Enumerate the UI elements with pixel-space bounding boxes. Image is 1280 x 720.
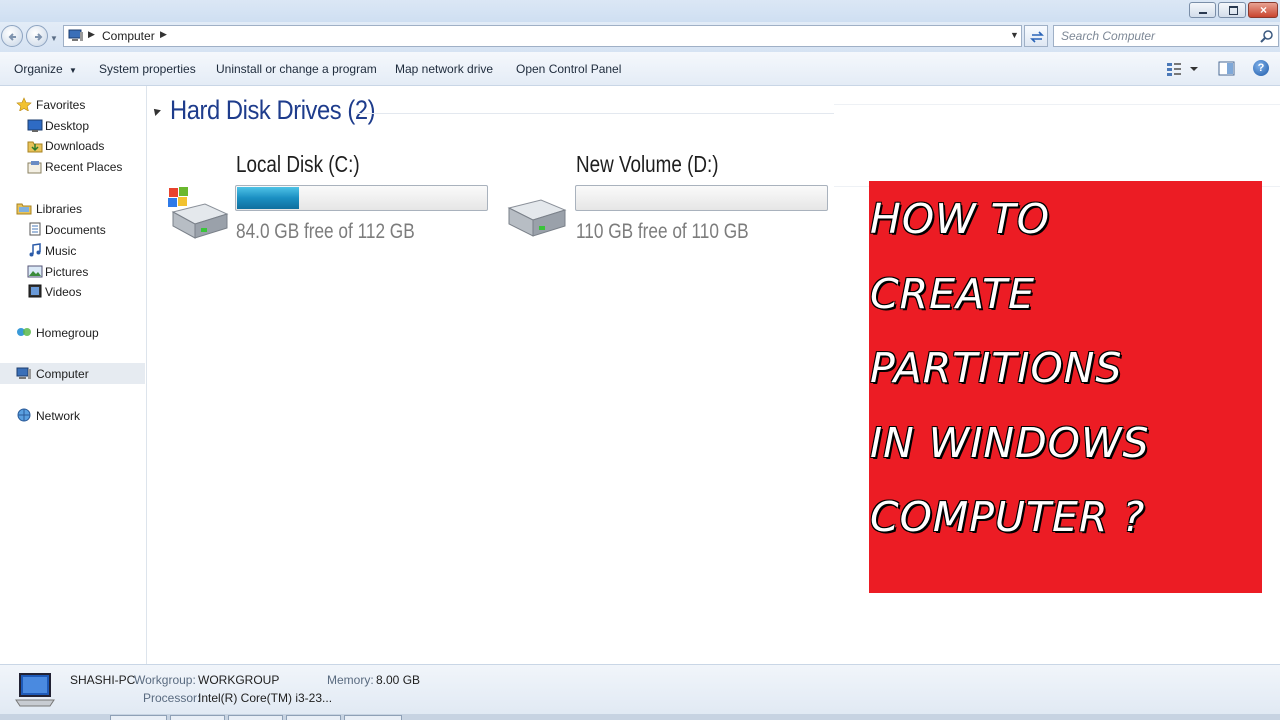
overlay-line: IN WINDOWS xyxy=(870,419,1150,467)
minimize-button[interactable] xyxy=(1189,2,1216,18)
drive-free-space: 110 GB free of 110 GB xyxy=(576,220,749,243)
computer-icon xyxy=(15,673,55,707)
collapse-group-icon[interactable] xyxy=(151,106,161,116)
taskbar-button[interactable] xyxy=(286,715,341,720)
refresh-icon xyxy=(1030,31,1044,43)
group-header[interactable]: Hard Disk Drives (2) xyxy=(170,95,376,126)
search-input[interactable]: Search Computer xyxy=(1053,25,1279,47)
divider-line xyxy=(834,104,1280,105)
open-control-panel-button[interactable]: Open Control Panel xyxy=(516,62,621,76)
title-bar: × xyxy=(0,0,1280,22)
close-button[interactable]: × xyxy=(1248,2,1278,18)
navigation-bar: ▼ ▶ Computer ▶ ▼ Search Computer xyxy=(0,22,1280,52)
sidebar-item-downloads[interactable]: Downloads xyxy=(45,139,104,153)
forward-arrow-icon xyxy=(35,33,43,41)
memory-label: Memory: xyxy=(327,673,374,687)
downloads-icon xyxy=(27,141,43,153)
map-network-drive-button[interactable]: Map network drive xyxy=(395,62,493,76)
sidebar-item-videos[interactable]: Videos xyxy=(45,285,81,299)
group-divider xyxy=(356,113,834,114)
libraries-icon xyxy=(16,203,32,215)
close-icon: × xyxy=(1260,3,1268,17)
back-arrow-icon xyxy=(8,33,16,41)
drive-usage-fill xyxy=(237,187,299,209)
change-view-button[interactable] xyxy=(1166,61,1200,77)
videos-icon xyxy=(28,284,42,298)
details-pane: SHASHI-PC Workgroup: WORKGROUP Memory: 8… xyxy=(0,664,1280,720)
workgroup-value: WORKGROUP xyxy=(198,673,280,687)
preview-pane-icon xyxy=(1218,61,1235,76)
restore-button[interactable] xyxy=(1218,2,1246,18)
network-icon xyxy=(17,408,31,422)
overlay-line: HOW TO xyxy=(870,195,1050,243)
preview-pane-button[interactable] xyxy=(1218,61,1235,76)
windows-drive-icon xyxy=(168,187,229,239)
overlay-line: PARTITIONS xyxy=(870,344,1123,392)
drive-item-c[interactable]: Local Disk (C:) 84.0 GB free of 112 GB xyxy=(160,150,495,250)
music-icon xyxy=(29,243,41,257)
organize-label: Organize xyxy=(14,62,63,76)
minimize-icon xyxy=(1199,12,1207,14)
title-overlay: HOW TO CREATE PARTITIONS IN WINDOWS COMP… xyxy=(869,181,1262,593)
taskbar-button[interactable] xyxy=(170,715,225,720)
command-bar: Organize ▼ System properties Uninstall o… xyxy=(0,52,1280,86)
drive-usage-bar xyxy=(235,185,488,211)
sidebar-favorites[interactable]: Favorites xyxy=(36,98,85,112)
sidebar-homegroup[interactable]: Homegroup xyxy=(36,326,99,340)
navigation-pane: Favorites Desktop Downloads Recent Place… xyxy=(0,86,147,664)
memory-value: 8.00 GB xyxy=(376,673,421,687)
help-button[interactable]: ? xyxy=(1253,60,1269,76)
homegroup-icon xyxy=(17,328,31,336)
recent-places-icon xyxy=(27,161,42,174)
pictures-icon xyxy=(27,265,43,278)
recent-pages-dropdown[interactable]: ▼ xyxy=(50,34,58,43)
breadcrumb-arrow-icon[interactable]: ▶ xyxy=(160,29,167,40)
sidebar-item-documents[interactable]: Documents xyxy=(45,223,106,237)
search-icon[interactable] xyxy=(1260,29,1274,43)
drive-name: New Volume (D:) xyxy=(576,151,719,177)
overlay-line: CREATE xyxy=(870,270,1036,318)
sidebar-item-music[interactable]: Music xyxy=(45,244,76,258)
sidebar-item-pictures[interactable]: Pictures xyxy=(45,265,88,279)
sidebar-item-desktop[interactable]: Desktop xyxy=(45,119,89,133)
view-icon xyxy=(1167,63,1198,76)
taskbar-button[interactable] xyxy=(344,715,402,720)
computer-name: SHASHI-PC xyxy=(70,673,136,687)
breadcrumb-arrow-icon[interactable]: ▶ xyxy=(88,29,95,40)
drive-name: Local Disk (C:) xyxy=(236,151,360,177)
address-bar[interactable]: ▶ Computer ▶ ▼ xyxy=(63,25,1022,47)
drive-item-d[interactable]: New Volume (D:) 110 GB free of 110 GB xyxy=(500,150,835,250)
overlay-line: COMPUTER ? xyxy=(870,493,1146,541)
chevron-down-icon: ▼ xyxy=(69,66,77,75)
sidebar-item-recent-places[interactable]: Recent Places xyxy=(45,160,122,174)
uninstall-program-button[interactable]: Uninstall or change a program xyxy=(216,62,377,76)
sidebar-network[interactable]: Network xyxy=(36,409,80,423)
taskbar-button[interactable] xyxy=(228,715,283,720)
desktop-icon xyxy=(27,119,43,132)
back-button[interactable] xyxy=(1,25,23,47)
address-history-dropdown[interactable]: ▼ xyxy=(1010,30,1019,40)
breadcrumb-computer[interactable]: Computer xyxy=(102,29,155,43)
processor-label: Processor: xyxy=(143,691,201,705)
search-placeholder: Search Computer xyxy=(1061,29,1156,43)
computer-icon xyxy=(16,367,31,379)
workgroup-label: Workgroup: xyxy=(134,673,196,687)
organize-menu[interactable]: Organize ▼ xyxy=(14,62,77,76)
forward-button[interactable] xyxy=(26,25,48,47)
drive-icon xyxy=(507,199,567,237)
refresh-button[interactable] xyxy=(1024,25,1048,47)
drive-free-space: 84.0 GB free of 112 GB xyxy=(236,220,415,243)
taskbar-button[interactable] xyxy=(110,715,167,720)
processor-value: Intel(R) Core(TM) i3-23... xyxy=(198,691,333,705)
computer-icon xyxy=(68,29,83,41)
restore-icon xyxy=(1229,6,1238,15)
system-properties-button[interactable]: System properties xyxy=(99,62,196,76)
sidebar-libraries[interactable]: Libraries xyxy=(36,202,82,216)
help-icon: ? xyxy=(1257,62,1265,74)
sidebar-computer[interactable]: Computer xyxy=(36,367,89,381)
documents-icon xyxy=(29,222,41,236)
drive-usage-bar xyxy=(575,185,828,211)
star-icon xyxy=(16,97,32,111)
